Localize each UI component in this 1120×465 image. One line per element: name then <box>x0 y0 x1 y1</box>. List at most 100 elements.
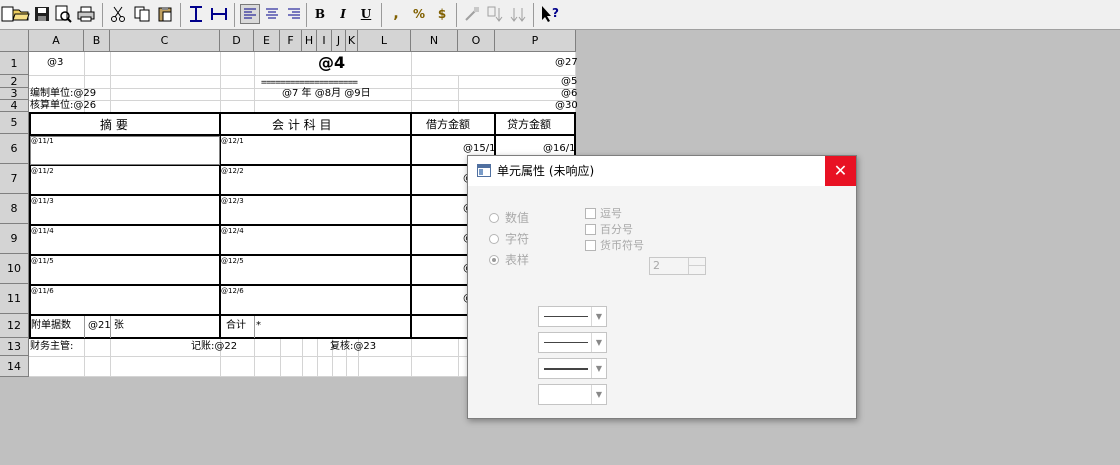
credit-cell[interactable]: @16/1 <box>543 143 575 155</box>
column-header-i[interactable]: I <box>317 30 332 52</box>
cell-p4[interactable]: @30 <box>555 100 578 112</box>
summary-cell[interactable]: @11/1 <box>31 137 54 145</box>
cell-p1[interactable]: @27 <box>555 57 578 69</box>
paste-icon[interactable] <box>155 4 175 24</box>
chevron-down-icon: ▼ <box>591 385 606 404</box>
align-right-icon[interactable] <box>284 4 304 24</box>
account-cell[interactable]: @12/3 <box>221 197 244 205</box>
column-header-j[interactable]: J <box>332 30 346 52</box>
column-header-e[interactable]: E <box>254 30 280 52</box>
align-center-icon[interactable] <box>262 4 282 24</box>
report-date[interactable]: @7 年 @8月 @9日 <box>282 88 371 100</box>
percent-style-button[interactable]: % <box>409 4 429 24</box>
radio-text[interactable] <box>489 234 499 244</box>
column-header-p[interactable]: P <box>495 30 576 52</box>
row-header-5[interactable]: 5 <box>0 112 29 134</box>
spinner-arrows-icon[interactable] <box>688 258 705 274</box>
print-icon[interactable] <box>76 4 96 24</box>
copy-icon[interactable] <box>132 4 152 24</box>
header-credit[interactable]: 贷方金额 <box>507 118 551 132</box>
report-title[interactable]: @4 <box>318 54 345 72</box>
row-header-11[interactable]: 11 <box>0 284 29 314</box>
row-header-9[interactable]: 9 <box>0 224 29 254</box>
summary-cell[interactable]: @11/3 <box>31 197 54 205</box>
row-header-1[interactable]: 1 <box>0 52 29 75</box>
row-header-14[interactable]: 14 <box>0 356 29 377</box>
chart-wizard-icon[interactable] <box>462 4 482 24</box>
bold-button[interactable]: B <box>310 4 330 24</box>
header-summary[interactable]: 摘 要 <box>100 118 128 132</box>
header-account[interactable]: 会 计 科 目 <box>272 118 331 132</box>
account-cell[interactable]: @12/2 <box>221 167 244 175</box>
account-cell[interactable]: @12/6 <box>221 287 244 295</box>
total-label[interactable]: 合计 <box>226 320 246 332</box>
row-header-7[interactable]: 7 <box>0 164 29 194</box>
align-left-icon[interactable] <box>240 4 260 24</box>
italic-button[interactable]: I <box>333 4 353 24</box>
reviewer-label[interactable]: 复核:@23 <box>330 341 376 353</box>
radio-style[interactable] <box>489 255 499 265</box>
column-header-a[interactable]: A <box>29 30 84 52</box>
account-cell[interactable]: @12/5 <box>221 257 244 265</box>
toolbar-separator <box>381 3 382 27</box>
summary-cell[interactable]: @11/5 <box>31 257 54 265</box>
close-button[interactable]: ✕ <box>825 156 856 186</box>
context-help-icon[interactable]: ? <box>540 4 560 24</box>
account-cell[interactable]: @12/1 <box>221 137 244 145</box>
comma-style-button[interactable]: , <box>386 4 406 24</box>
column-header-h[interactable]: H <box>302 30 317 52</box>
account-cell[interactable]: @12/4 <box>221 227 244 235</box>
column-header-n[interactable]: N <box>411 30 458 52</box>
save-icon[interactable] <box>32 4 52 24</box>
column-header-l[interactable]: L <box>358 30 411 52</box>
accounting-unit-label[interactable]: 核算单位:@26 <box>30 100 96 112</box>
row-header-13[interactable]: 13 <box>0 338 29 356</box>
row-header-12[interactable]: 12 <box>0 314 29 338</box>
total-value[interactable]: * <box>256 320 261 332</box>
open-folder-icon[interactable] <box>11 4 31 24</box>
decimal-places-spinner[interactable]: 2 <box>649 257 706 275</box>
row-header-8[interactable]: 8 <box>0 194 29 224</box>
checkbox-currency[interactable] <box>585 240 596 251</box>
row-header-4[interactable]: 4 <box>0 100 29 112</box>
cell-p3[interactable]: @6 <box>561 88 577 100</box>
border-style-combo-2[interactable]: ▼ <box>538 332 607 353</box>
attachments-count[interactable]: @21 张 <box>88 320 124 332</box>
border-style-combo-3[interactable]: ▼ <box>538 358 607 379</box>
cut-icon[interactable] <box>108 4 128 24</box>
sort-ascending-icon[interactable] <box>485 4 505 24</box>
underline-button[interactable]: U <box>356 4 376 24</box>
finance-supervisor-label[interactable]: 财务主管: <box>30 341 73 353</box>
column-header-c[interactable]: C <box>110 30 220 52</box>
border-style-combo-4[interactable]: ▼ <box>538 384 607 405</box>
checkbox-comma[interactable] <box>585 208 596 219</box>
cell-a1[interactable]: @3 <box>47 57 63 69</box>
column-header-k[interactable]: K <box>346 30 358 52</box>
column-width-icon[interactable] <box>209 4 229 24</box>
debit-cell[interactable]: @15/1 <box>463 143 495 155</box>
compiling-unit-label[interactable]: 编制单位:@29 <box>30 88 96 100</box>
column-header-o[interactable]: O <box>458 30 495 52</box>
column-header-b[interactable]: B <box>84 30 110 52</box>
attachments-label[interactable]: 附单据数 <box>31 320 71 332</box>
checkbox-percent[interactable] <box>585 224 596 235</box>
print-preview-icon[interactable] <box>53 4 73 24</box>
radio-numeric[interactable] <box>489 213 499 223</box>
header-debit[interactable]: 借方金额 <box>426 118 470 132</box>
row-header-10[interactable]: 10 <box>0 254 29 284</box>
column-header-f[interactable]: F <box>280 30 302 52</box>
border-style-combo-1[interactable]: ▼ <box>538 306 607 327</box>
cell-p2[interactable]: @5 <box>561 76 577 88</box>
summary-cell[interactable]: @11/6 <box>31 287 54 295</box>
row-header-6[interactable]: 6 <box>0 134 29 164</box>
column-header-d[interactable]: D <box>220 30 254 52</box>
currency-style-button[interactable]: $ <box>432 4 452 24</box>
select-all-corner[interactable] <box>0 30 29 52</box>
bookkeeper-label[interactable]: 记账:@22 <box>191 341 237 353</box>
summary-cell[interactable]: @11/4 <box>31 227 54 235</box>
dialog-titlebar[interactable]: 单元属性 (未响应) ✕ <box>468 156 856 186</box>
sort-descending-icon[interactable] <box>508 4 528 24</box>
summary-cell[interactable]: @11/2 <box>31 167 54 175</box>
row-height-icon[interactable] <box>186 4 206 24</box>
selected-cell[interactable] <box>30 136 220 165</box>
